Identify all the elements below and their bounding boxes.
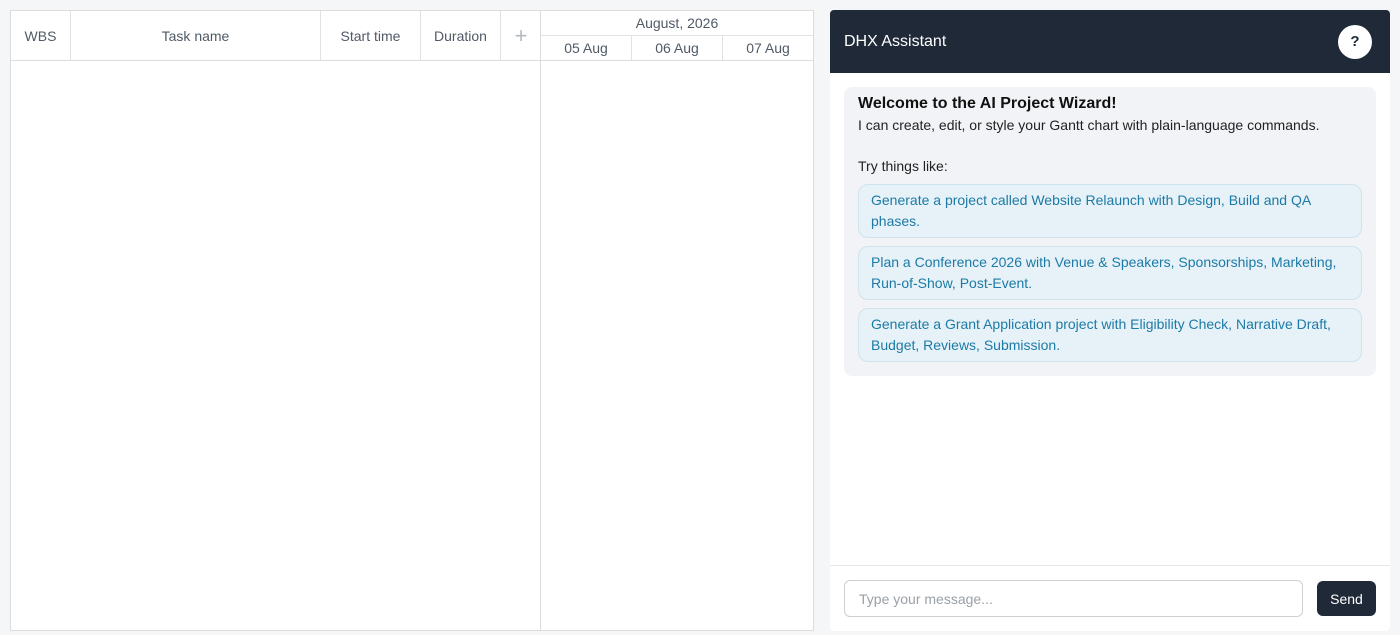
column-header-task-name[interactable]: Task name: [71, 11, 321, 60]
timeline-day-label: 05 Aug: [541, 36, 632, 60]
grid-header: WBS Task name Start time Duration +: [11, 11, 541, 61]
timeline-day-label: 06 Aug: [632, 36, 723, 60]
plus-icon[interactable]: +: [515, 24, 528, 47]
gantt-timeline: August, 2026 05 Aug 06 Aug 07 Aug: [541, 11, 813, 630]
welcome-message: Welcome to the AI Project Wizard! I can …: [844, 87, 1376, 376]
assistant-title: DHX Assistant: [844, 32, 947, 50]
suggestion-chip[interactable]: Generate a project called Website Relaun…: [858, 184, 1362, 238]
timeline-month-label: August, 2026: [541, 11, 813, 36]
assistant-panel: DHX Assistant ? Welcome to the AI Projec…: [830, 10, 1390, 631]
add-task-button[interactable]: +: [501, 11, 541, 60]
suggestion-chip[interactable]: Generate a Grant Application project wit…: [858, 308, 1362, 362]
column-header-start-time[interactable]: Start time: [321, 11, 421, 60]
timeline-day-scale: 05 Aug 06 Aug 07 Aug: [541, 36, 813, 61]
timeline-day-label: 07 Aug: [746, 40, 790, 56]
welcome-title: Welcome to the AI Project Wizard!: [858, 95, 1117, 112]
message-input[interactable]: [844, 580, 1303, 617]
assistant-header: DHX Assistant ?: [830, 10, 1390, 73]
suggestion-chip[interactable]: Plan a Conference 2026 with Venue & Spea…: [858, 246, 1362, 300]
send-button[interactable]: Send: [1317, 581, 1376, 616]
gantt-chart: WBS Task name Start time Duration + Augu…: [10, 10, 814, 631]
assistant-footer: Send: [830, 565, 1390, 631]
column-header-duration[interactable]: Duration: [421, 11, 501, 60]
column-header-wbs[interactable]: WBS: [11, 11, 71, 60]
welcome-description: I can create, edit, or style your Gantt …: [858, 117, 1320, 133]
try-label: Try things like:: [858, 158, 948, 174]
help-button[interactable]: ?: [1338, 24, 1372, 59]
gantt-grid: WBS Task name Start time Duration +: [11, 11, 541, 630]
